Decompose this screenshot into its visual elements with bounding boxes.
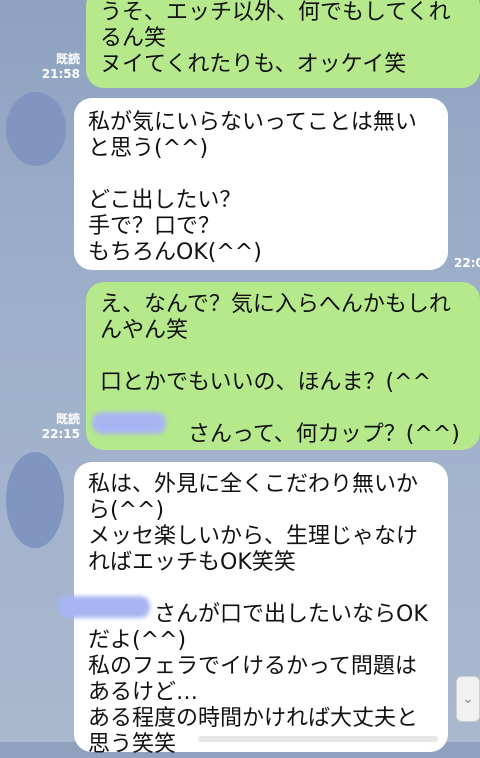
avatar-icon[interactable]: [6, 92, 66, 166]
read-label: 既読: [55, 52, 80, 66]
input-area-hint: [198, 736, 438, 742]
read-label: 既読: [55, 412, 80, 426]
redacted-name: [58, 596, 150, 618]
timestamp: 22:0: [454, 256, 480, 270]
scroll-down-button[interactable]: ⌄: [456, 676, 480, 722]
timestamp: 22:15: [41, 427, 80, 441]
avatar-icon[interactable]: [6, 452, 64, 548]
received-message-bubble: 私が気にいらないってことは無いと思う(^^) どこ出したい？ 手で？口で？ もち…: [74, 98, 448, 270]
redacted-name: [92, 412, 166, 434]
chevron-down-icon: ⌄: [462, 691, 474, 707]
read-receipt: 既読 21:58: [36, 52, 80, 82]
timestamp: 21:58: [41, 67, 80, 81]
sent-message-bubble: うそ、エッチ以外、何でもしてくれるん笑 ヌイてくれたりも、オッケイ笑: [86, 0, 480, 88]
read-receipt: 既読 22:15: [36, 412, 80, 442]
